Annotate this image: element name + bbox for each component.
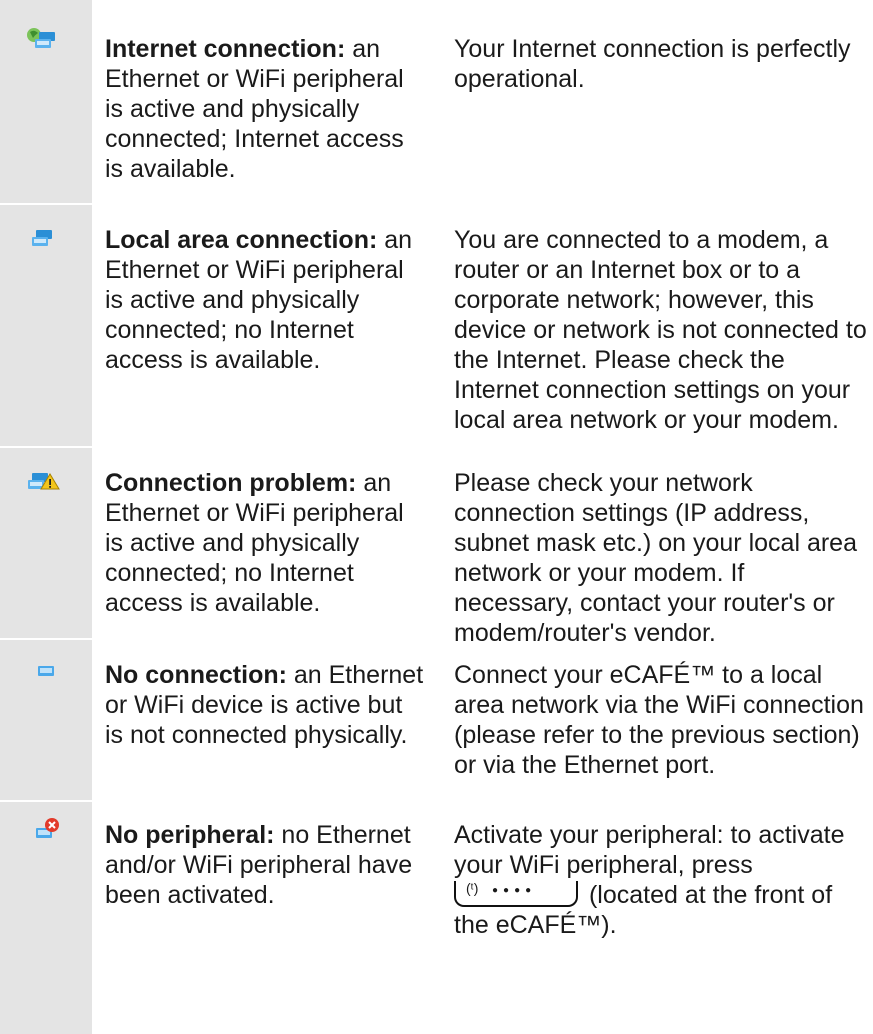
status-detail: Connect your eCAFÉ™ to a local area netw…: [454, 661, 864, 779]
status-detail: Your Internet connection is perfectly op…: [454, 35, 851, 93]
status-title: Connection problem:: [105, 469, 357, 497]
wifi-key-icon: (ᵗ) ●●●●: [454, 880, 578, 907]
status-title: Local area connection:: [105, 226, 378, 254]
no-peripheral-icon: [36, 818, 59, 838]
row-separator: [0, 638, 92, 640]
internet-connection-icon: [27, 28, 55, 48]
local-area-connection-icon: [32, 230, 52, 246]
no-connection-icon: [38, 666, 54, 676]
status-detail-text: Activate your peripheral: to activate yo…: [454, 821, 845, 879]
status-description: Connection problem: an Ethernet or WiFi …: [105, 468, 425, 618]
indicator-dots: ●●●●: [492, 885, 537, 896]
left-sidebar-band: [0, 0, 92, 1034]
row-separator: [0, 800, 92, 802]
status-title: No connection:: [105, 661, 287, 689]
row-separator: [0, 203, 92, 205]
status-description: Local area connection: an Ethernet or Wi…: [105, 225, 425, 375]
status-title: Internet connection:: [105, 35, 346, 63]
status-description: No connection: an Ethernet or WiFi devic…: [105, 660, 425, 750]
status-description: Internet connection: an Ethernet or WiFi…: [105, 34, 425, 184]
row-separator: [0, 446, 92, 448]
status-detail: You are connected to a modem, a router o…: [454, 226, 867, 434]
status-detail: Activate your peripheral: to activate yo…: [454, 820, 869, 940]
status-detail: Please check your network connection set…: [454, 469, 857, 647]
status-title: No peripheral:: [105, 821, 275, 849]
connection-problem-icon: [28, 473, 60, 490]
antenna-icon: (ᵗ): [466, 880, 479, 896]
status-description: No peripheral: no Ethernet and/or WiFi p…: [105, 820, 425, 910]
